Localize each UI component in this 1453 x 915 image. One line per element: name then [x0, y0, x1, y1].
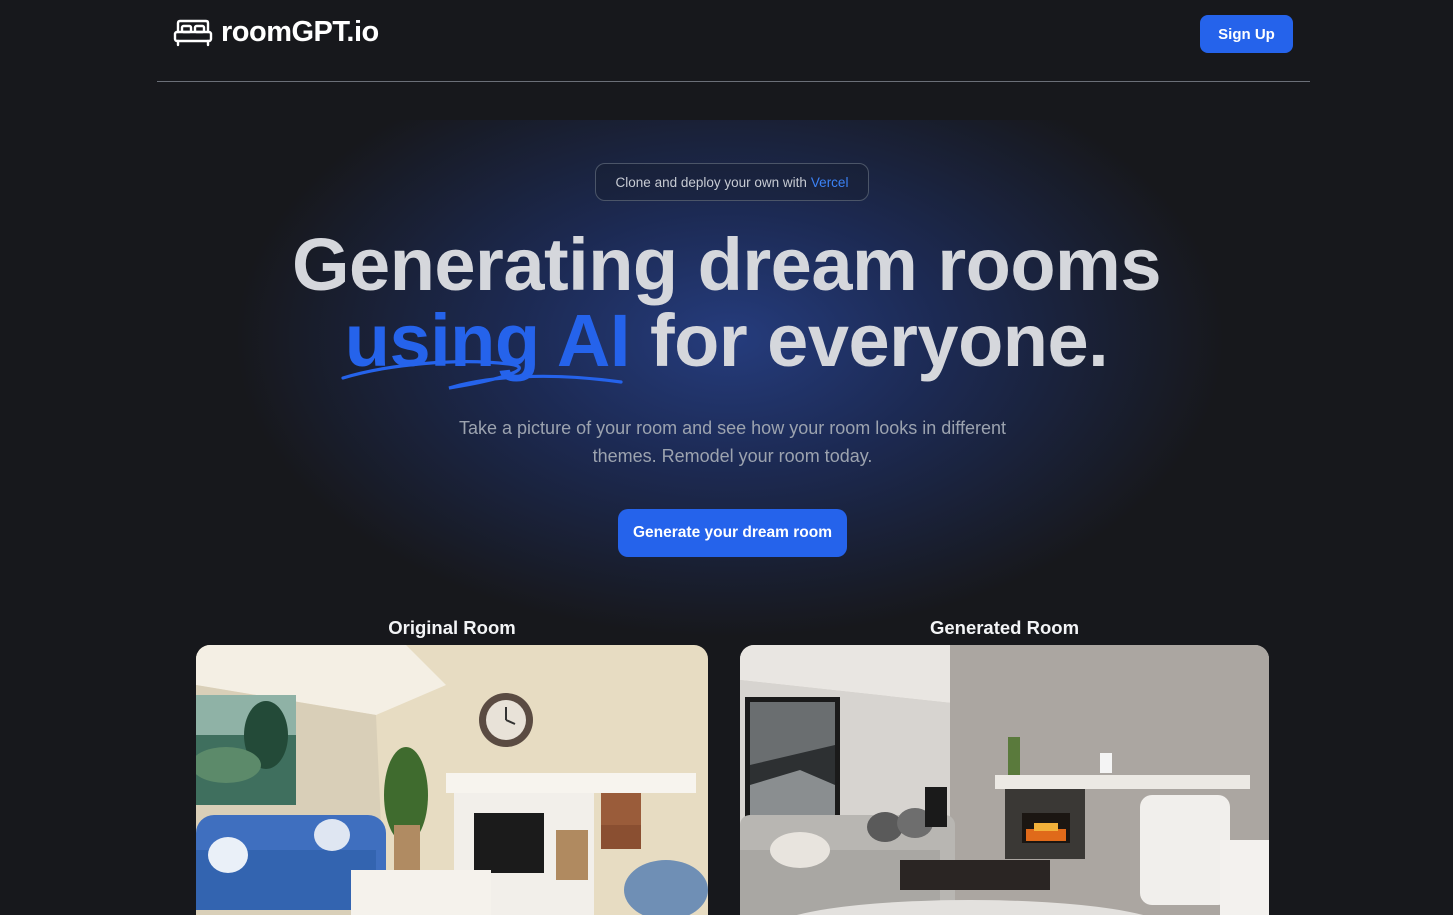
hero-subtitle: Take a picture of your room and see how …	[459, 418, 1006, 466]
bed-icon	[173, 18, 213, 48]
generated-room-label: Generated Room	[929, 617, 1080, 638]
hero-title-accent: using AI	[341, 298, 630, 390]
deploy-badge-text: Clone and deploy your own with	[615, 174, 807, 190]
underline-scribble	[341, 360, 623, 390]
vercel-link[interactable]: Vercel	[811, 175, 849, 190]
original-room-image	[196, 645, 708, 915]
deploy-badge[interactable]: Clone and deploy your own with Vercel	[595, 163, 869, 201]
generate-room-button[interactable]: Generate your dream room	[618, 509, 847, 557]
hero-title-rest: for everyone.	[649, 299, 1109, 382]
sign-up-button[interactable]: Sign Up	[1200, 15, 1293, 53]
logo[interactable]: roomGPT.io	[173, 16, 379, 49]
page: roomGPT.io Sign Up Clone and deploy your…	[0, 0, 1453, 915]
generated-room-image	[740, 645, 1269, 915]
hero-title-line-1: Generating dream rooms	[291, 223, 1162, 306]
hero-title-line-2: using AI for everyone.	[0, 298, 1453, 390]
logo-text: roomGPT.io	[221, 16, 379, 48]
original-room-label: Original Room	[388, 617, 516, 638]
site-header: roomGPT.io Sign Up	[157, 0, 1310, 82]
